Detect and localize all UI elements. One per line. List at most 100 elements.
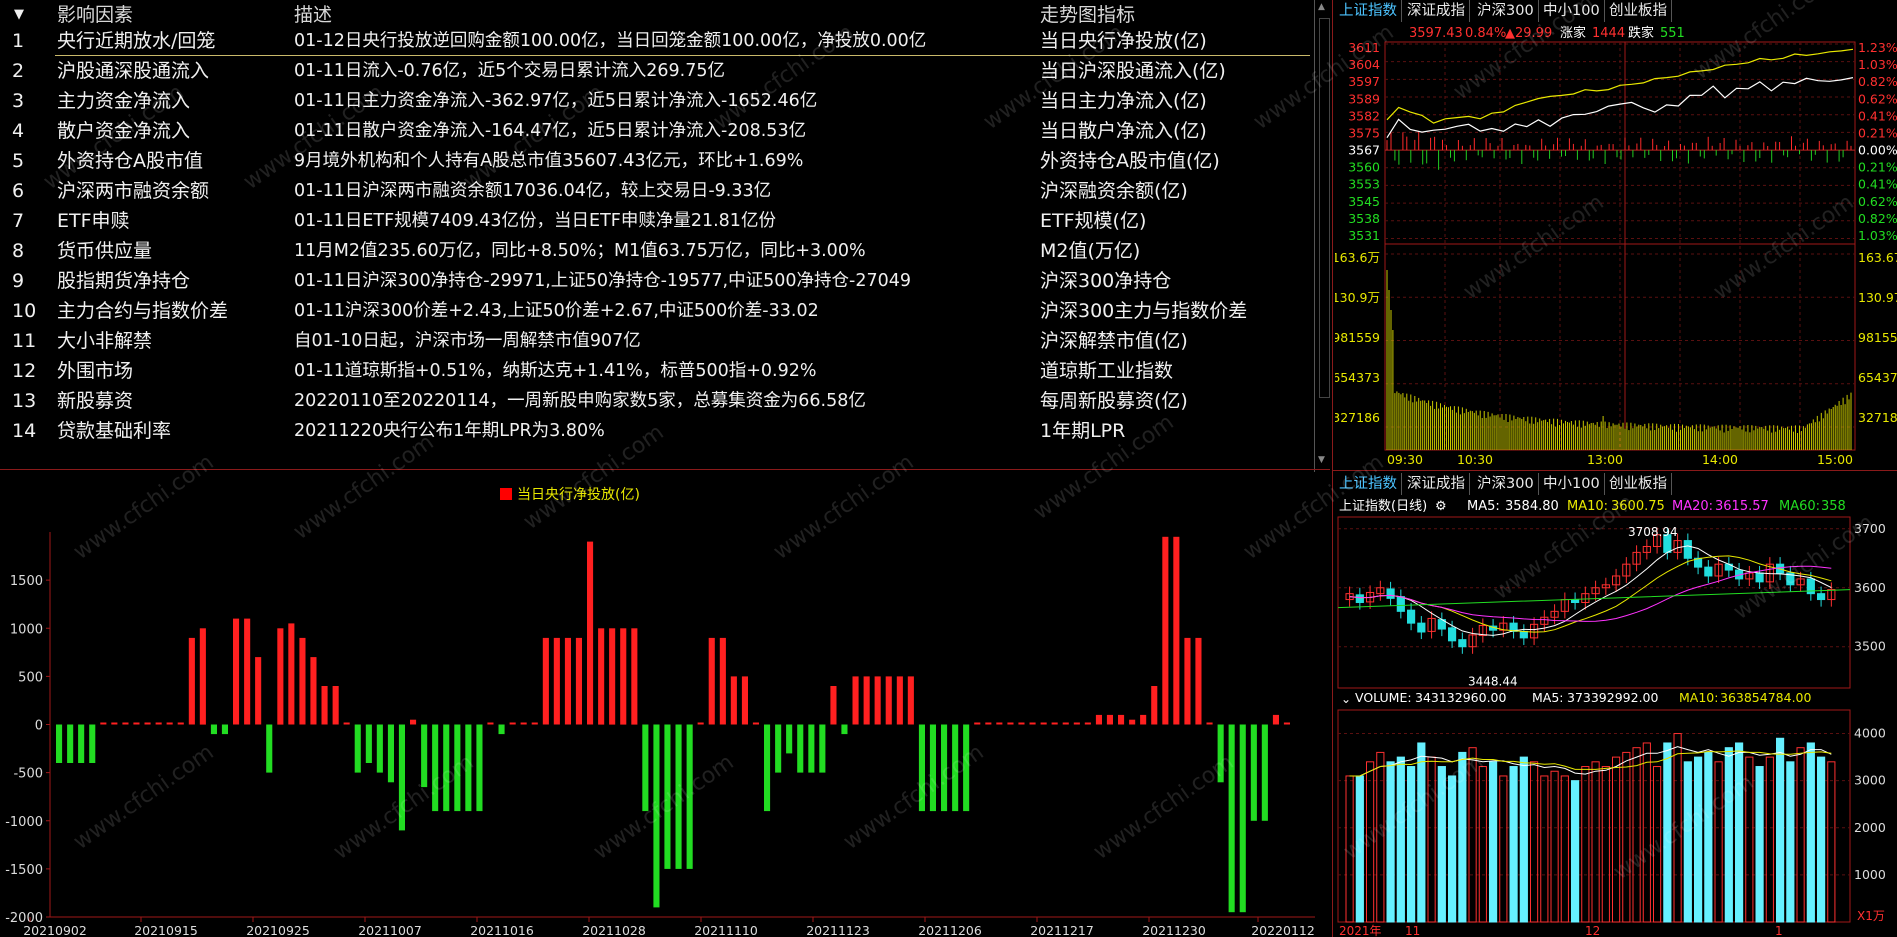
factor-description: 01-11沪深300价差+2.43,上证50价差+2.67,中证500价差-33… [294, 301, 819, 321]
bar [1029, 722, 1036, 725]
x-tick-label: 20210902 [23, 923, 87, 937]
volume-tick: 163.6万 [1335, 250, 1380, 265]
candle [1407, 609, 1416, 624]
volume-bar [1683, 761, 1692, 923]
table-scrollbar[interactable]: ▲ ▼ [1314, 0, 1333, 472]
bar [421, 724, 428, 788]
row-index: 12 [12, 360, 37, 382]
volume-tick: 981559 [1335, 330, 1380, 345]
bar [1173, 536, 1180, 725]
table-row[interactable]: 6 沪深两市融资余额 01-11日沪深两市融资余额17036.04亿，较上交易日-9… [0, 176, 1313, 206]
table-row[interactable]: 4 散户资金净流入 01-11日散户资金净流入-164.47亿，近5日累计净流入-2… [0, 116, 1313, 146]
bar [56, 724, 63, 763]
bar [1272, 714, 1279, 725]
indicator-name: 当日央行净投放(亿) [1040, 30, 1207, 52]
pct-tick: 0.62% [1858, 91, 1897, 106]
tab-shanghai[interactable]: 上证指数 [1335, 473, 1402, 495]
table-row[interactable]: 11 大小非解禁 自01-10日起，沪深市场一周解禁市值907亿 沪深解禁市值(亿) [0, 326, 1313, 356]
bar [498, 724, 505, 735]
candle [1448, 627, 1457, 642]
bar [819, 724, 826, 773]
tab-sme100[interactable]: 中小100 [1539, 0, 1605, 22]
x-tick-label: 20210915 [134, 923, 198, 937]
tab-chinext[interactable]: 创业板指 [1605, 473, 1672, 495]
bar [487, 722, 494, 725]
ma10-label: MA10: [1567, 499, 1608, 514]
row-index: 1 [12, 30, 25, 52]
scroll-up-icon[interactable]: ▲ [1318, 2, 1325, 12]
volume-bar [1663, 742, 1672, 923]
table-row[interactable]: 5 外资持仓A股市值 9月境外机构和个人持有A股总市值35607.43亿元，环比+1… [0, 146, 1313, 176]
scrollbar-thumb[interactable] [1319, 18, 1330, 398]
volume-x-tick: 11 [1405, 924, 1420, 937]
bar [852, 676, 859, 725]
table-row[interactable]: 2 沪股通深股通流入 01-11日流入-0.76亿，近5个交易日累计流入269.75… [0, 56, 1313, 86]
pboc-net-injection-chart: 当日央行净投放(亿) 150010005000-500-1000-1500-20… [5, 487, 1315, 937]
factor-description: 20211220央行公布1年期LPR为3.80% [294, 421, 605, 441]
volume-bar [1786, 761, 1795, 923]
price-tick: 3597 [1348, 74, 1380, 89]
up-count-label: 涨家 [1560, 25, 1586, 41]
tab-shenzhen[interactable]: 深证成指 [1403, 473, 1470, 495]
pct-tick: 1.03% [1858, 57, 1897, 72]
time-tick: 10:30 [1457, 452, 1493, 467]
volume-bar [1366, 761, 1375, 923]
high-label: 3708.94 [1628, 525, 1678, 539]
volume-bar [1437, 766, 1446, 923]
table-row[interactable]: 10 主力合约与指数价差 01-11沪深300价差+2.43,上证50价差+2.67… [0, 296, 1313, 326]
table-row[interactable]: 13 新股募资 20220110至20220114，一周新股申购家数5家，总募集资金… [0, 386, 1313, 416]
row-index: 2 [12, 60, 25, 82]
bar [199, 628, 206, 725]
bar [465, 724, 472, 812]
tab-shenzhen[interactable]: 深证成指 [1403, 0, 1470, 22]
tab-chinext[interactable]: 创业板指 [1605, 0, 1672, 22]
bar [1206, 722, 1213, 725]
bar [863, 676, 870, 725]
tab-sme100[interactable]: 中小100 [1539, 473, 1605, 495]
indicator-name: 每周新股募资(亿) [1040, 390, 1188, 412]
tab-csi300[interactable]: 沪深300 [1473, 0, 1539, 22]
table-row[interactable]: 7 ETF申赎 01-11日ETF规模7409.43亿份，当日ETF申赎净量21.8… [0, 206, 1313, 236]
table-row[interactable]: 8 货币供应量 11月M2值235.60万亿，同比+8.50%；M1值63.75万亿… [0, 236, 1313, 266]
bar [443, 724, 450, 812]
volume-bar [1755, 766, 1764, 923]
bar [553, 637, 560, 725]
daily-title: 上证指数(日线) [1339, 499, 1427, 514]
table-row[interactable]: 14 贷款基础利率 20211220央行公布1年期LPR为3.80% 1年期LPR [0, 416, 1313, 446]
scroll-down-icon[interactable]: ▼ [1318, 455, 1325, 465]
bar [166, 722, 173, 725]
volume-bar [1704, 751, 1713, 923]
bar [454, 724, 461, 812]
bar [929, 724, 936, 812]
tab-shanghai[interactable]: 上证指数 [1335, 0, 1402, 22]
bar [354, 724, 361, 773]
bar [509, 722, 516, 725]
bar [564, 637, 571, 725]
factor-name: 股指期货净持仓 [57, 270, 191, 292]
bar [918, 724, 925, 812]
volume-value: 343132960.00 [1415, 690, 1507, 705]
volume-bar [1571, 780, 1580, 923]
table-row[interactable]: 9 股指期货净持仓 01-11日沪深300净持仓-29971,上证50净持仓-195… [0, 266, 1313, 296]
bar [111, 722, 118, 725]
indicator-name: 道琼斯工业指数 [1040, 360, 1174, 382]
collapse-volume-icon[interactable]: ⌄ [1341, 692, 1351, 706]
table-row[interactable]: 12 外围市场 01-11道琼斯指+0.51%，纳斯达克+1.41%，标普500指+… [0, 356, 1313, 386]
bar [1228, 724, 1235, 913]
index-tabs-top: 上证指数 深证成指 沪深300 中小100 创业板指 [1335, 0, 1897, 22]
bar [1106, 714, 1113, 725]
bar [177, 722, 184, 725]
table-row[interactable]: 3 主力资金净流入 01-11日主力资金净流入-362.97亿，近5日累计净流入-1… [0, 86, 1313, 116]
volume-tick: 130.9万 [1335, 290, 1380, 305]
ma20-label: MA20: [1672, 499, 1713, 514]
tab-csi300[interactable]: 沪深300 [1473, 473, 1539, 495]
table-row[interactable]: 1 央行近期放水/回笼 01-12日央行投放逆回购金额100.00亿，当日回笼金额1… [0, 26, 1313, 56]
bar [210, 724, 217, 735]
bar [531, 722, 538, 725]
bar [896, 676, 903, 725]
settings-icon[interactable]: ⚙ [1435, 499, 1447, 514]
bar [410, 719, 417, 725]
bar [996, 722, 1003, 725]
indicator-name: 沪深解禁市值(亿) [1040, 330, 1188, 352]
bar [476, 724, 483, 812]
